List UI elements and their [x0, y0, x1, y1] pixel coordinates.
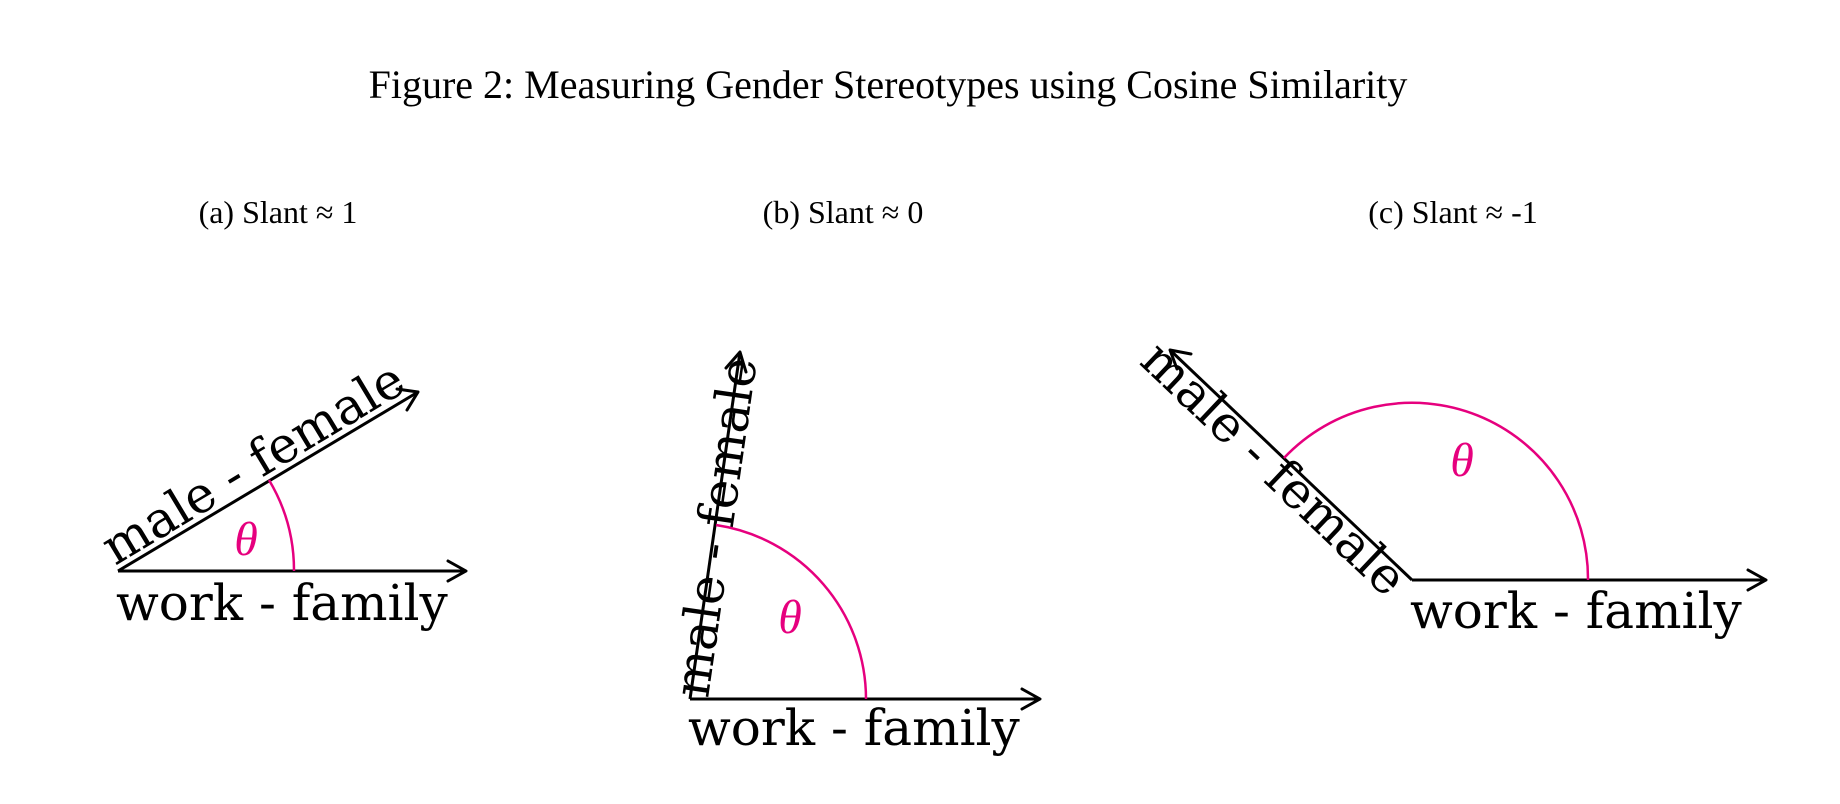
panel-b-male-female-label: male - female: [662, 354, 768, 701]
figure-canvas: Figure 2: Measuring Gender Stereotypes u…: [91, 62, 1768, 757]
figure-title: Figure 2: Measuring Gender Stereotypes u…: [369, 62, 1408, 107]
panel-c-male-female-label: male - female: [1130, 330, 1418, 608]
panel-a-angle-arc: [267, 479, 296, 572]
panel-c: (c) Slant ≈ -1 work - family male - fema…: [1130, 194, 1768, 640]
panel-b: (b) Slant ≈ 0 work - family male - femal…: [662, 194, 1042, 757]
panel-a: (a) Slant ≈ 1 work - family male - femal…: [91, 194, 468, 632]
panel-c-theta-label: θ: [1450, 434, 1474, 487]
panel-a-work-family-label: work - family: [116, 574, 448, 632]
panel-c-caption: (c) Slant ≈ -1: [1368, 194, 1538, 230]
panel-b-work-family-label: work - family: [688, 699, 1020, 757]
panel-c-work-family-label: work - family: [1410, 582, 1742, 640]
panel-b-caption: (b) Slant ≈ 0: [763, 194, 924, 230]
panel-b-theta-label: θ: [778, 591, 802, 644]
panel-a-theta-label: θ: [234, 513, 258, 566]
panel-a-caption: (a) Slant ≈ 1: [199, 194, 358, 230]
